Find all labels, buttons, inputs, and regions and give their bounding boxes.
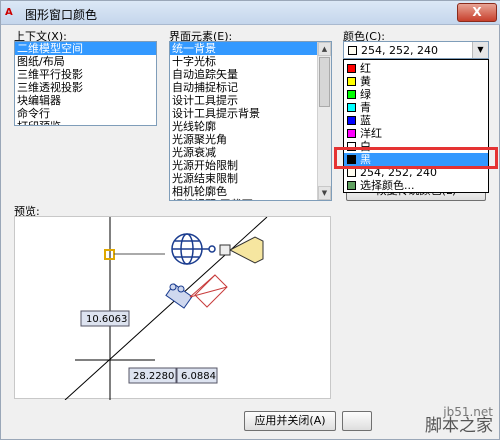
dim-text-3: 6.0884 [181,371,216,382]
color-option-label: 洋红 [360,127,382,140]
color-option[interactable]: 洋红 [344,127,488,140]
color-option[interactable]: 选择颜色... [344,179,488,192]
color-swatch-icon [347,129,356,138]
color-option-label: 蓝 [360,114,371,127]
spotlight-icon [219,236,264,264]
interface-element-item[interactable]: 自动捕捉标记 [170,81,317,94]
interface-element-item[interactable]: 光线轮廓 [170,120,317,133]
interface-element-item[interactable]: 相机视野/平截面 [170,198,317,200]
close-button[interactable]: X [457,3,497,22]
color-swatch-icon [347,64,356,73]
interface-element-item[interactable]: 光源衰减 [170,146,317,159]
camera-frustum [189,274,228,308]
site-watermark: jb51.net 脚本之家 [425,406,493,435]
light-globe-icon [171,233,216,265]
color-swatch-icon [347,116,356,125]
chevron-down-icon[interactable]: ▼ [472,42,488,58]
interface-element-item[interactable]: 光源开始限制 [170,159,317,172]
context-listbox[interactable]: 二维模型空间图纸/布局三维平行投影三维透视投影块编辑器命令行打印预览 [14,41,157,126]
interface-elements-listbox[interactable]: 统一背景 十字光标 自动追踪矢量 自动捕捉标记 设计工具提示 设计工具提示背景 光线轮廓 光源… [169,41,332,201]
color-option[interactable]: 黄 [344,75,488,88]
current-color-swatch [348,46,357,55]
graphics-window-color-dialog: A 图形窗口颜色 X 上下文(X): 二维模型空间 图纸/布局 三维平行投影 三维透视… [0,0,500,440]
red-annotation-box [334,147,498,169]
interface-element-item[interactable]: 光源聚光角 [170,133,317,146]
preview-pane: 10.6063 28.2280 6.0884 [14,216,331,401]
interface-element-item[interactable]: 设计工具提示背景 [170,107,317,120]
interface-element-item[interactable]: 统一背景 [170,42,317,55]
scroll-down-icon[interactable]: ▼ [318,186,331,200]
current-color-value: 254, 252, 240 [361,44,438,57]
scroll-up-icon[interactable]: ▲ [318,42,331,56]
color-option-label: 黄 [360,75,371,88]
preview-drawing: 10.6063 28.2280 6.0884 [64,216,268,401]
interface-element-item[interactable]: 相机轮廓色 [170,185,317,198]
dim-text-2: 28.2280 [133,371,174,382]
context-list-item[interactable]: 块编辑器 [15,94,156,107]
color-option-label: 青 [360,101,371,114]
color-option[interactable]: 青 [344,101,488,114]
interface-element-item[interactable]: 十字光标 [170,55,317,68]
color-option-label: 选择颜色... [360,179,415,192]
context-list-item[interactable]: 图纸/布局 [15,55,156,68]
autocad-app-icon: A [5,7,13,18]
elements-scrollbar[interactable]: ▲ ▼ [317,42,331,200]
context-list-item[interactable]: 三维平行投影 [15,68,156,81]
scroll-thumb[interactable] [319,57,330,107]
context-list-item[interactable]: 打印预览 [15,120,156,125]
color-swatch-icon [347,77,356,86]
context-list-item[interactable]: 命令行 [15,107,156,120]
color-option[interactable]: 红 [344,62,488,75]
color-option[interactable]: 绿 [344,88,488,101]
color-swatch-icon [347,90,356,99]
color-option-label: 红 [360,62,371,75]
interface-element-item[interactable]: 自动追踪矢量 [170,68,317,81]
context-list-item[interactable]: 二维模型空间 [15,42,156,55]
dim-text-1: 10.6063 [86,314,127,325]
color-option-label: 绿 [360,88,371,101]
watermark-name: 脚本之家 [425,416,493,436]
title-bar[interactable]: A 图形窗口颜色 X [1,1,500,25]
apply-and-close-button[interactable]: 应用并关闭(A) [244,411,336,431]
color-swatch-icon [347,181,356,190]
color-swatch-icon [347,103,356,112]
color-combobox[interactable]: 254, 252, 240 ▼ [343,41,489,59]
color-dropdown-list[interactable]: 红黄绿青蓝洋红白黑 254, 252, 240 选择颜色... [343,59,489,193]
interface-element-item[interactable]: 设计工具提示 [170,94,317,107]
context-list-item[interactable]: 三维透视投影 [15,81,156,94]
color-option[interactable]: 蓝 [344,114,488,127]
interface-element-item[interactable]: 光源结束限制 [170,172,317,185]
color-swatch-icon [347,168,356,177]
dialog-title: 图形窗口颜色 [25,8,98,22]
cancel-button[interactable] [342,411,372,431]
